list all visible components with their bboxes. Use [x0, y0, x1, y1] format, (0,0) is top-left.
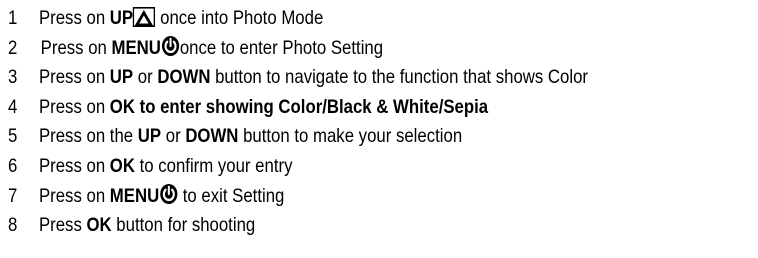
instruction-list: 1 Press on UP once into Photo Mode 2 Press… — [8, 4, 756, 241]
button-name: OK to enter showing Color/Black & White/… — [109, 95, 489, 118]
button-name: OK — [86, 214, 112, 237]
button-name: OK — [109, 154, 135, 177]
step-3: 3 Press on UP or DOWN button to navigate … — [8, 63, 651, 93]
button-name: MENU — [109, 184, 160, 207]
step-text: Press on — [38, 154, 110, 177]
step-number: 8 — [8, 214, 18, 237]
step-number: 1 — [8, 7, 18, 29]
step-text: once to enter Photo Setting — [179, 36, 384, 59]
power-icon — [161, 35, 180, 57]
step-8: 8 Press OK button for shooting — [8, 211, 651, 241]
step-2: 2 Press on MENU once to enter Photo Settin… — [8, 34, 651, 64]
step-number: 2 — [8, 36, 18, 59]
step-text: to exit Setting — [178, 184, 285, 207]
button-name: UP — [109, 7, 134, 29]
step-text: Press on — [38, 184, 110, 207]
step-5: 5 Press on the UP or DOWN button to make … — [8, 122, 651, 152]
step-number: 3 — [8, 66, 18, 89]
step-text: or — [161, 125, 186, 148]
button-name: DOWN — [157, 66, 211, 89]
step-7: 7 Press on MENU to exit Setting — [8, 182, 651, 212]
step-6: 6 Press on OK to confirm your entry — [8, 152, 651, 182]
step-4: 4 Press on OK to enter showing Color/Blac… — [8, 93, 651, 123]
step-number: 4 — [8, 95, 18, 118]
step-number: 5 — [8, 125, 18, 148]
step-1: 1 Press on UP once into Photo Mode — [8, 4, 651, 34]
button-name: DOWN — [185, 125, 239, 148]
step-text: button to navigate to the function that … — [210, 66, 589, 89]
button-name: UP — [137, 125, 162, 148]
button-name: MENU — [111, 36, 161, 59]
step-text: Press on — [40, 36, 112, 59]
step-number: 7 — [8, 184, 18, 207]
step-text: button for shooting — [111, 214, 256, 237]
step-text: button to make your selection — [238, 125, 463, 148]
step-text: Press on — [38, 7, 110, 29]
step-text: Press on — [38, 95, 110, 118]
up-triangle-icon — [133, 7, 156, 27]
step-number: 6 — [8, 154, 18, 177]
step-text: Press — [38, 214, 87, 237]
step-text: Press on the — [38, 125, 138, 148]
step-text: Press on — [38, 66, 110, 89]
step-text: once into Photo Mode — [155, 7, 324, 29]
step-text: to confirm your entry — [134, 154, 293, 177]
power-icon — [159, 183, 178, 205]
button-name: UP — [109, 66, 134, 89]
step-text: or — [133, 66, 158, 89]
